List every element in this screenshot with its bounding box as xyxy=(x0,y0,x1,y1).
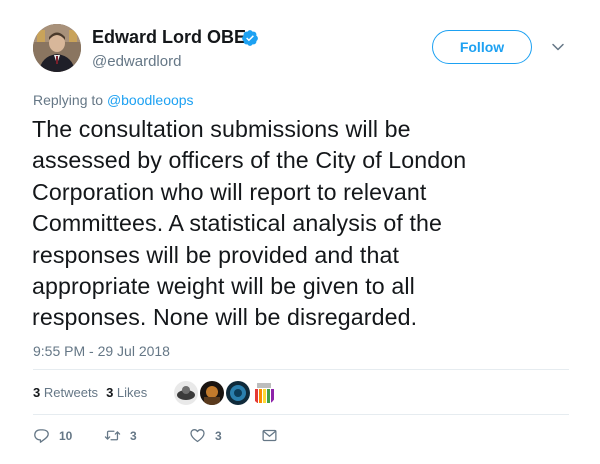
retweets-label: Retweets xyxy=(43,385,99,400)
tweet-text: The consultation submissions will be ass… xyxy=(32,116,467,331)
retweet-button[interactable]: 3 xyxy=(104,427,137,444)
reply-context: Replying to @boodleoops xyxy=(33,92,194,108)
likes-label: Likes xyxy=(116,385,148,400)
retweets-stat[interactable]: 3 Retweets xyxy=(33,385,98,400)
divider xyxy=(33,414,569,415)
verified-icon xyxy=(242,30,258,46)
like-count: 3 xyxy=(215,428,222,443)
liker-avatar[interactable] xyxy=(251,380,277,406)
liker-avatar[interactable] xyxy=(225,380,251,406)
tweet-stats: 3 Retweets 3 Likes xyxy=(33,385,147,400)
reply-icon xyxy=(34,429,49,443)
likes-count: 3 xyxy=(106,385,114,400)
display-name[interactable]: Edward Lord OBE xyxy=(92,27,246,48)
reply-mention-link[interactable]: @boodleoops xyxy=(107,92,194,108)
tweet-card: Edward Lord OBE @edwardlord Follow Reply… xyxy=(0,0,600,464)
liker-avatar[interactable] xyxy=(199,380,225,406)
avatar[interactable] xyxy=(33,24,81,72)
direct-message-icon xyxy=(262,429,277,442)
follow-button[interactable]: Follow xyxy=(432,30,532,64)
screen-name[interactable]: @edwardlord xyxy=(92,53,181,70)
reply-count: 10 xyxy=(59,428,73,443)
caret-down-icon[interactable] xyxy=(551,40,565,54)
retweets-count: 3 xyxy=(33,385,41,400)
direct-message-button[interactable] xyxy=(261,427,278,444)
heart-icon xyxy=(190,429,205,443)
liker-avatar[interactable] xyxy=(173,380,199,406)
reply-context-prefix: Replying to xyxy=(33,92,107,108)
reply-button[interactable]: 10 xyxy=(33,427,72,444)
tweet-timestamp[interactable]: 9:55 PM - 29 Jul 2018 xyxy=(33,343,170,359)
like-button[interactable]: 3 xyxy=(189,427,222,444)
divider xyxy=(33,369,569,370)
likes-stat[interactable]: 3 Likes xyxy=(106,385,147,400)
retweet-icon xyxy=(104,430,121,441)
retweet-count: 3 xyxy=(130,428,137,443)
